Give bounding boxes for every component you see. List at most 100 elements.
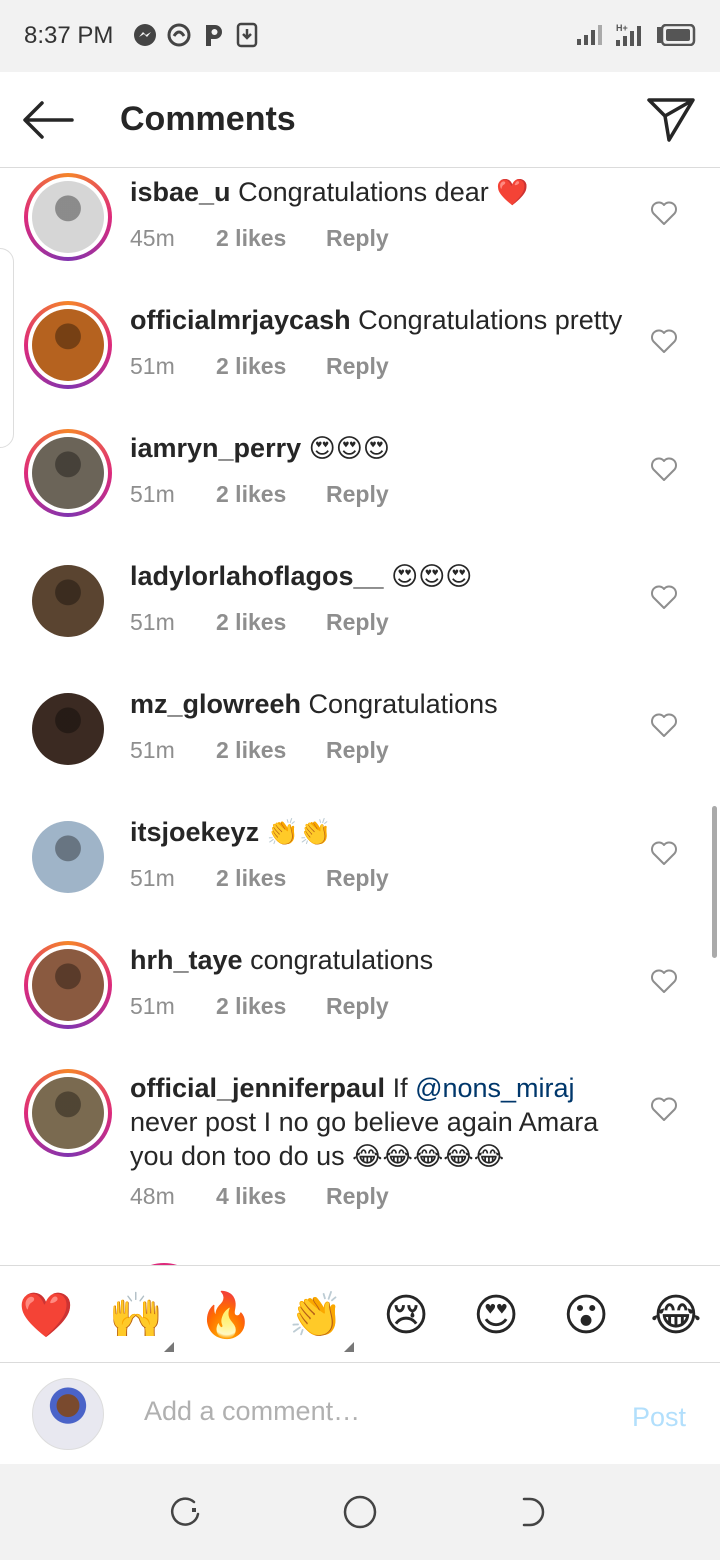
scrollbar[interactable] [712,806,717,958]
fire-emoji-button[interactable]: 🔥 [196,1286,256,1346]
avatar[interactable] [24,685,112,773]
comment-likes[interactable]: 2 likes [216,225,326,252]
comment-row[interactable]: official_jenniferpaul If @nons_miraj nev… [0,1063,720,1253]
reply-button[interactable]: Reply [326,609,389,636]
comment-meta: 51m 2 likes Reply [130,481,389,508]
comment-text: ladylorlahoflagos__ 😍😍😍 [130,559,630,594]
avatar-image [32,949,104,1021]
comment-row[interactable]: mz_glowreeh Congratulations 51m 2 likes Rep… [0,679,720,807]
heart-eyes-emoji-button[interactable]: 😍 [466,1286,526,1346]
current-user-avatar [32,1378,104,1450]
comment-meta: 48m 4 likes Reply [130,1183,389,1210]
comment-likes[interactable]: 2 likes [216,609,326,636]
comment-row[interactable]: ladylorlahoflagos__ 😍😍😍 51m 2 likes Reply [0,551,720,679]
like-heart-icon[interactable] [650,456,678,482]
comment-username[interactable]: ladylorlahoflagos__ [130,561,384,591]
comment-emoji: 😍😍😍 [308,434,390,464]
comment-row[interactable]: officialmrjaycash Congratulations pretty… [0,295,720,423]
comment-meta: 45m 2 likes Reply [130,225,389,252]
comment-username[interactable]: officialmrjaycash [130,305,351,335]
comment-time: 51m [130,353,175,379]
comment-emoji: 👏👏 [266,818,332,848]
comment-text: mz_glowreeh Congratulations [130,687,630,721]
like-heart-icon[interactable] [650,584,678,610]
reply-button[interactable]: Reply [326,993,389,1020]
svg-text:H+: H+ [616,23,628,33]
reply-button[interactable]: Reply [326,225,389,252]
comment-row[interactable]: hrh_taye congratulations 51m 2 likes Reply [0,935,720,1063]
comment-username[interactable]: mz_glowreeh [130,689,301,719]
comment-likes[interactable]: 4 likes [216,1183,326,1210]
status-notification-icons [132,22,260,48]
mention-link[interactable]: @nons_miraj [415,1073,574,1103]
signal-icon [577,25,602,45]
comment-username[interactable]: isbae_u [130,177,231,207]
comment-row[interactable]: iamryn_perry 😍😍😍 51m 2 likes Reply [0,423,720,551]
comment-likes[interactable]: 2 likes [216,481,326,508]
recent-apps-icon[interactable] [168,1494,204,1530]
back-nav-icon[interactable] [516,1494,552,1530]
status-bar: 8:37 PM H+ [0,0,720,72]
like-heart-icon[interactable] [650,840,678,866]
like-heart-icon[interactable] [650,712,678,738]
comment-row[interactable]: isbae_u Congratulations dear ❤️ 45m 2 like… [0,169,720,295]
comment-body: Congratulations pretty [350,305,623,335]
back-arrow-icon[interactable] [20,98,76,142]
reply-button[interactable]: Reply [326,353,389,380]
surprised-face-emoji-button[interactable]: 😮 [556,1286,616,1346]
avatar[interactable] [24,173,112,261]
avatar-image [32,821,104,893]
comment-username[interactable]: iamryn_perry [130,433,301,463]
heart-emoji-button[interactable]: ❤️ [16,1286,76,1346]
avatar[interactable] [24,941,112,1029]
comment-body: congratulations [242,945,434,975]
reply-button[interactable]: Reply [326,481,389,508]
comment-time: 51m [130,737,175,763]
comment-time: 51m [130,993,175,1019]
comment-likes[interactable]: 2 likes [216,993,326,1020]
reply-button[interactable]: Reply [326,737,389,764]
comment-meta: 51m 2 likes Reply [130,353,389,380]
avatar[interactable] [24,813,112,901]
like-heart-icon[interactable] [650,328,678,354]
comment-username[interactable]: itsjoekeyz [130,817,259,847]
edge-panel-handle[interactable] [0,248,14,448]
avatar[interactable] [24,429,112,517]
comment-composer: Post [0,1364,720,1464]
paper-plane-icon[interactable] [646,96,696,144]
comment-input[interactable] [144,1396,564,1427]
crying-face-emoji-button[interactable]: 😢 [376,1286,436,1346]
comment-time: 51m [130,609,175,635]
comment-emoji: ❤️ [496,178,529,208]
post-button[interactable]: Post [632,1402,686,1433]
comment-row[interactable]: itsjoekeyz 👏👏 51m 2 likes Reply [0,807,720,935]
reply-button[interactable]: Reply [326,1183,389,1210]
comment-likes[interactable]: 2 likes [216,737,326,764]
tears-of-joy-emoji-button[interactable]: 😂 [646,1286,706,1346]
avatar-image [32,693,104,765]
system-navigation-bar [0,1464,720,1560]
reply-button[interactable]: Reply [326,865,389,892]
comment-body: Congratulations dear [230,177,497,207]
clapping-hands-emoji-button[interactable]: 👏 [286,1286,346,1346]
comment-likes[interactable]: 2 likes [216,353,326,380]
status-time: 8:37 PM [24,22,114,49]
comments-list[interactable]: isbae_u Congratulations dear ❤️ 45m 2 like… [0,169,720,1265]
comment-text: hrh_taye congratulations [130,943,630,977]
comment-body [259,817,267,847]
avatar[interactable] [24,557,112,645]
home-icon[interactable] [342,1494,378,1530]
comment-meta: 51m 2 likes Reply [130,865,389,892]
comment-username[interactable]: hrh_taye [130,945,243,975]
page-title: Comments [120,100,296,138]
avatar[interactable] [24,1069,112,1157]
comment-meta: 51m 2 likes Reply [130,993,389,1020]
comment-likes[interactable]: 2 likes [216,865,326,892]
like-heart-icon[interactable] [650,200,678,226]
like-heart-icon[interactable] [650,968,678,994]
raised-hands-emoji-button[interactable]: 🙌 [106,1286,166,1346]
comment-username[interactable]: official_jenniferpaul [130,1073,385,1103]
like-heart-icon[interactable] [650,1096,678,1122]
hand-swirl-icon [167,23,191,47]
avatar[interactable] [24,301,112,389]
